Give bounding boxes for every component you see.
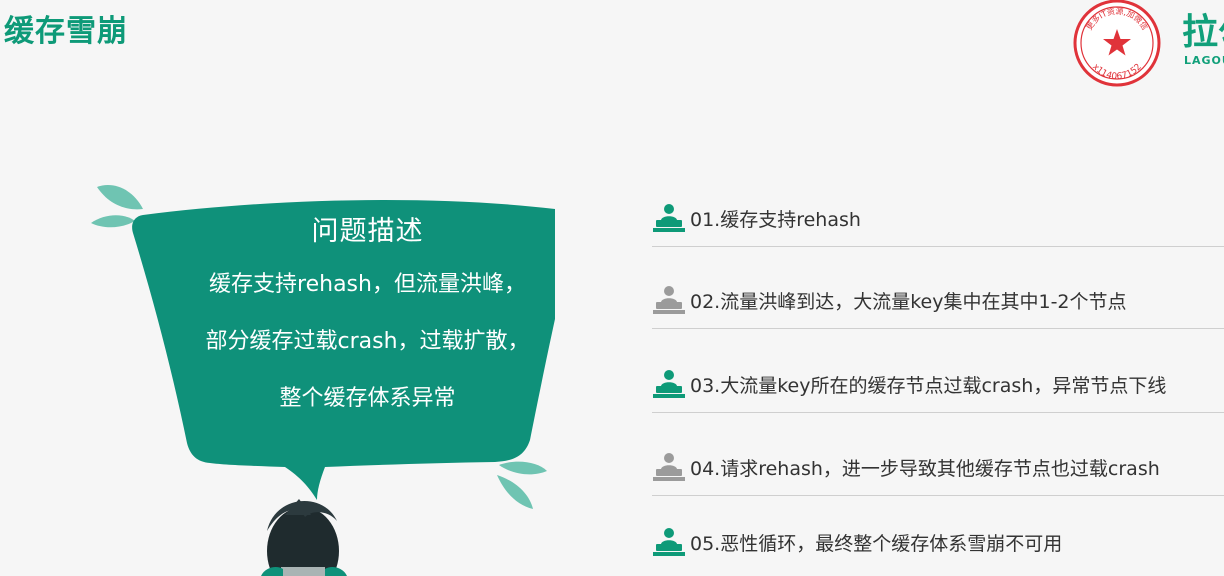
slide-title: 缓存雪崩	[4, 14, 128, 49]
speaker-podium-icon	[652, 525, 690, 559]
list-item: 02.流量洪峰到达，大流量key集中在其中1-2个节点	[652, 272, 1224, 329]
character-avatar	[261, 499, 347, 576]
bubble-heading: 问题描述	[311, 216, 424, 247]
list-item-text: 05.恶性循环，最终整个缓存体系雪崩不可用	[690, 532, 1063, 555]
drop-icon	[499, 461, 547, 475]
slide: 缓存雪崩 更多IT资源,加微信 x114067152 拉勾 LAGOU	[0, 0, 1224, 576]
drop-icon	[497, 475, 533, 509]
list-item-text: 04.请求rehash，进一步导致其他缓存节点也过载crash	[690, 457, 1160, 480]
list-item-text: 01.缓存支持rehash	[690, 208, 861, 231]
brand-logo-en: LAGOU	[1184, 54, 1224, 67]
list-item-text: 03.大流量key所在的缓存节点过载crash，异常节点下线	[690, 374, 1167, 397]
brand-logo: 拉勾 LAGOU	[1182, 12, 1224, 72]
bubble-line: 整个缓存体系异常	[279, 386, 456, 411]
drop-icon	[91, 215, 135, 228]
list-item: 04.请求rehash，进一步导致其他缓存节点也过载crash	[652, 439, 1224, 496]
brand-logo-cn: 拉勾	[1182, 12, 1224, 53]
bubble-content: 问题描述 缓存支持rehash，但流量洪峰， 部分缓存过载crash，过载扩散，…	[150, 200, 585, 441]
speaker-podium-icon	[652, 201, 690, 235]
watermark-stamp: 更多IT资源,加微信 x114067152	[1073, 0, 1161, 87]
bubble-line: 缓存支持rehash，但流量洪峰，	[209, 272, 526, 297]
speaker-podium-icon	[652, 367, 690, 401]
list-item-text: 02.流量洪峰到达，大流量key集中在其中1-2个节点	[690, 290, 1127, 313]
list-item: 01.缓存支持rehash	[652, 190, 1224, 247]
bubble-line: 部分缓存过载crash，过载扩散，	[205, 329, 530, 354]
speaker-podium-icon	[652, 283, 690, 317]
drop-icon	[97, 185, 143, 210]
list-item: 03.大流量key所在的缓存节点过载crash，异常节点下线	[652, 356, 1224, 413]
speaker-podium-icon	[652, 450, 690, 484]
list-item: 05.恶性循环，最终整个缓存体系雪崩不可用	[652, 514, 1224, 570]
